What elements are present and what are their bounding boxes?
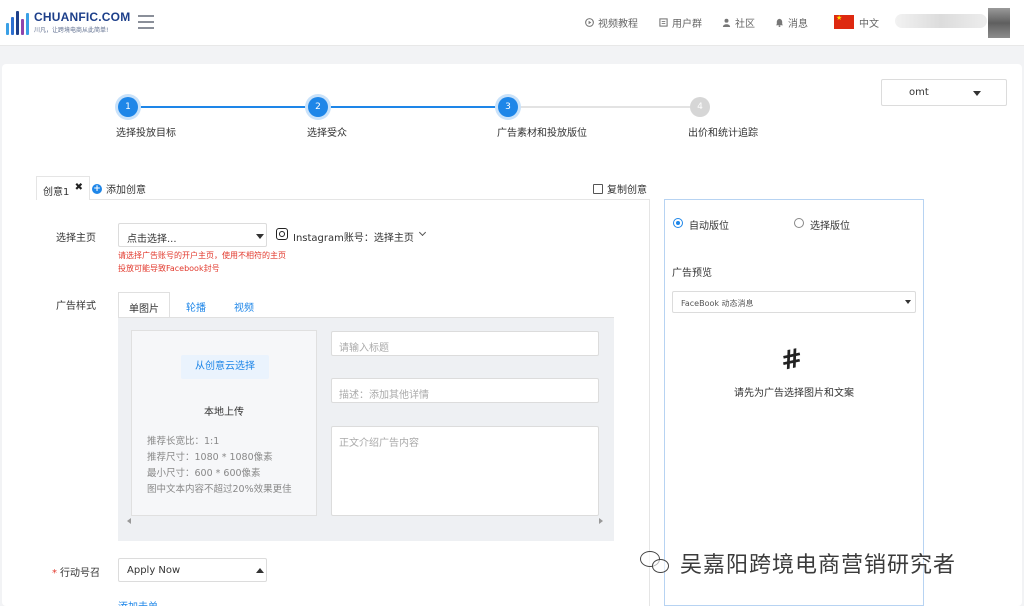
copy-creative-label: 复制创意 xyxy=(607,185,647,196)
copy-icon xyxy=(593,183,603,194)
nav-label: 消息 xyxy=(788,19,808,30)
ad-style-label: 广告样式 xyxy=(56,301,96,312)
description-placeholder: 描述：添加其他详情 xyxy=(339,390,429,401)
caret-down-icon xyxy=(973,91,981,96)
select-from-cloud-button[interactable]: 从创意云选择 xyxy=(181,355,269,379)
step-1-label: 选择投放目标 xyxy=(116,128,176,139)
caret-up-icon xyxy=(256,568,264,573)
bell-icon xyxy=(775,18,784,27)
scroll-left-icon[interactable] xyxy=(127,518,131,524)
wechat-icon xyxy=(640,551,670,575)
tab-carousel[interactable]: 轮播 xyxy=(176,292,216,318)
title-input[interactable]: 请输入标题 xyxy=(331,331,599,356)
step-connector xyxy=(318,106,508,108)
step-2-label: 选择受众 xyxy=(307,128,347,139)
logo-bars-icon xyxy=(6,9,29,35)
play-circle-icon xyxy=(585,18,594,27)
spec-size: 推荐尺寸：1080 * 1080像素 xyxy=(147,452,273,463)
watermark: 吴嘉阳跨境电商营销研究者 xyxy=(640,547,956,579)
instagram-account-label[interactable]: Instagram账号：选择主页 xyxy=(293,229,414,244)
page-warning-line-1: 请选择广告账号的开户主页，使用不相符的主页 xyxy=(118,251,286,260)
placement-panel xyxy=(664,199,924,606)
nav-video-tutorials[interactable]: 视频教程 xyxy=(585,15,638,30)
preview-placement-value: FaceBook 动态消息 xyxy=(681,299,754,308)
step-connector xyxy=(508,106,700,108)
watermark-text: 吴嘉阳跨境电商营销研究者 xyxy=(680,553,957,578)
account-select-value: omt xyxy=(909,87,929,98)
tab-label: 创意1 xyxy=(43,187,70,198)
caret-down-icon xyxy=(905,300,911,304)
add-link-button[interactable]: 添加击单 xyxy=(118,598,158,606)
preview-empty-text: 请先为广告选择图片和文案 xyxy=(734,388,854,399)
column-divider xyxy=(649,199,650,606)
brand-logo[interactable]: CHUANFIC.COM 川凡，让跨境电商从此简单! xyxy=(6,9,130,35)
local-upload-button[interactable]: 本地上传 xyxy=(131,403,317,418)
radio-auto-placement[interactable] xyxy=(673,218,683,228)
nav-label: 社区 xyxy=(735,19,755,30)
tab-video[interactable]: 视频 xyxy=(224,292,264,318)
menu-toggle-icon[interactable] xyxy=(138,15,154,29)
caret-down-icon xyxy=(256,234,264,239)
nav-user-group[interactable]: 用户群 xyxy=(659,15,702,30)
user-icon xyxy=(722,18,731,27)
title-placeholder: 请输入标题 xyxy=(339,343,389,354)
cta-label: 行动号召 xyxy=(60,568,100,579)
brand-name: CHUANFIC.COM xyxy=(34,10,131,24)
page-label: 选择主页 xyxy=(56,233,96,244)
tab-single-image[interactable]: 单图片 xyxy=(118,292,170,318)
group-icon xyxy=(659,18,668,27)
page-select-value: 点击选择... xyxy=(127,234,177,245)
account-select[interactable]: omt xyxy=(881,79,1007,106)
step-1-dot[interactable]: 1 xyxy=(118,97,138,117)
china-flag-icon[interactable] xyxy=(834,14,854,29)
step-3-dot[interactable]: 3 xyxy=(498,97,518,117)
tab-divider xyxy=(36,199,649,200)
instagram-icon xyxy=(276,228,288,240)
preview-placement-select[interactable]: FaceBook 动态消息 xyxy=(672,291,916,313)
tab-creative-1[interactable]: 创意1 ✖ xyxy=(36,176,90,200)
step-4-label: 出价和统计追踪 xyxy=(688,128,758,139)
spec-text-ratio: 图中文本内容不超过20%效果更佳 xyxy=(147,484,292,495)
cta-label-wrap: * 行动号召 xyxy=(52,564,100,579)
avatar[interactable] xyxy=(988,8,1010,38)
nav-label: 视频教程 xyxy=(598,19,638,30)
nav-label: 用户群 xyxy=(672,19,702,30)
spec-min-size: 最小尺寸：600 * 600像素 xyxy=(147,468,261,479)
body-placeholder: 正文介绍广告内容 xyxy=(339,438,419,449)
cta-select[interactable]: Apply Now xyxy=(118,558,267,582)
scroll-right-icon[interactable] xyxy=(599,518,603,524)
close-icon[interactable]: ✖ xyxy=(75,182,83,193)
step-connector xyxy=(128,106,318,108)
nav-messages[interactable]: 消息 xyxy=(775,15,808,30)
manual-placement-label[interactable]: 选择版位 xyxy=(810,217,850,232)
step-3-label: 广告素材和投放版位 xyxy=(497,128,587,139)
language-switch[interactable]: 中文 xyxy=(859,15,879,30)
add-creative-button[interactable]: + 添加创意 xyxy=(92,181,146,196)
add-creative-label: 添加创意 xyxy=(106,185,146,196)
page-select[interactable]: 点击选择... xyxy=(118,223,267,247)
horizontal-scrollbar[interactable] xyxy=(125,516,605,525)
brand-slogan: 川凡，让跨境电商从此简单! xyxy=(34,27,109,34)
auto-placement-label[interactable]: 自动版位 xyxy=(689,217,729,232)
cta-select-value: Apply Now xyxy=(127,565,181,576)
description-input[interactable]: 描述：添加其他详情 xyxy=(331,378,599,403)
step-4-dot: 4 xyxy=(690,97,710,117)
page-warning-line-2: 投放可能导致Facebook封号 xyxy=(118,264,220,273)
nav-community[interactable]: 社区 xyxy=(722,15,755,30)
radio-manual-placement[interactable] xyxy=(794,218,804,228)
user-name-blurred[interactable] xyxy=(895,14,987,28)
body-textarea[interactable]: 正文介绍广告内容 xyxy=(331,426,599,516)
spec-ratio: 推荐长宽比：1:1 xyxy=(147,436,220,447)
preview-title: 广告预览 xyxy=(672,268,712,279)
plus-circle-icon: + xyxy=(92,183,102,194)
required-marker: * xyxy=(52,568,57,579)
step-2-dot[interactable]: 2 xyxy=(308,97,328,117)
top-header: CHUANFIC.COM 川凡，让跨境电商从此简单! 视频教程 用户群 社区 消… xyxy=(0,0,1024,46)
copy-creative-button[interactable]: 复制创意 xyxy=(593,181,647,196)
